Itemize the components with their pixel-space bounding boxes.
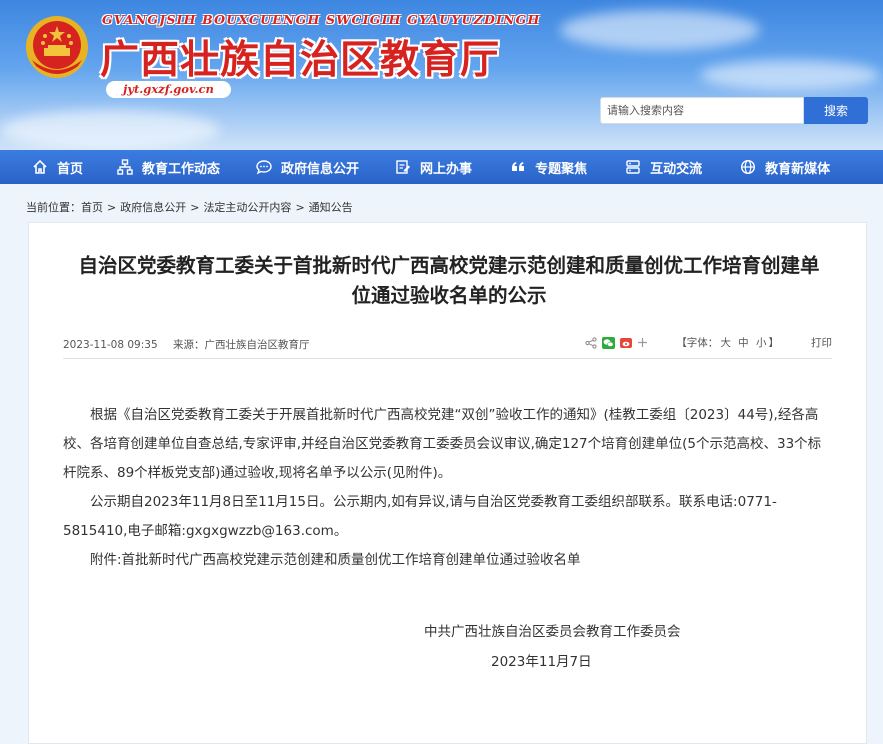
nav-item-label: 专题聚焦 xyxy=(535,161,588,177)
font-medium-button[interactable]: 中 xyxy=(738,337,749,349)
cloud-decoration xyxy=(560,10,760,50)
font-small-button[interactable]: 小 xyxy=(756,337,767,349)
breadcrumb-notices[interactable]: 通知公告 xyxy=(309,199,353,215)
nav-item-label: 首页 xyxy=(57,161,84,177)
document-edit-icon xyxy=(396,160,411,174)
nav-item-special-topics[interactable]: 专题聚焦 xyxy=(510,150,587,184)
article-paragraph: 根据《自治区党委教育工委关于开展首批新时代广西高校党建“双创”验收工作的通知》(… xyxy=(63,407,822,481)
nav-item-home[interactable]: 首页 xyxy=(32,150,83,184)
font-label-suffix: 】 xyxy=(768,337,780,349)
nav-item-new-media[interactable]: 教育新媒体 xyxy=(740,150,830,184)
server-icon xyxy=(626,160,640,174)
nav-item-label: 互动交流 xyxy=(650,161,703,177)
article-paragraph: 公示期自2023年11月8日至11月15日。公示期内,如有异议,请与自治区党委教… xyxy=(63,494,777,539)
article-source: 来源：广西壮族自治区教育厅 xyxy=(172,339,310,351)
breadcrumb-gov-info[interactable]: 政府信息公开 xyxy=(120,199,186,215)
cloud-decoration xyxy=(700,60,880,90)
article-signature: 中共广西壮族自治区委员会教育工作委员会 xyxy=(424,624,681,640)
nav-item-gov-info[interactable]: 政府信息公开 xyxy=(256,150,359,184)
breadcrumb-separator: > xyxy=(295,200,305,214)
weibo-icon[interactable] xyxy=(620,337,633,349)
chat-bubble-icon xyxy=(256,160,272,175)
nav-item-label: 教育工作动态 xyxy=(142,161,221,177)
main-nav: 首页 教育工作动态 政府信息公开 网上办事 专题聚焦 互动交流 教育新媒体 xyxy=(0,150,883,184)
wechat-icon[interactable] xyxy=(602,336,616,349)
site-domain: jyt.gxzf.gov.cn xyxy=(106,81,231,98)
breadcrumb-legal-disclosure[interactable]: 法定主动公开内容 xyxy=(203,199,291,215)
font-label-prefix: 【字体： xyxy=(676,337,719,349)
cloud-decoration xyxy=(0,110,220,150)
national-emblem-icon xyxy=(26,16,88,78)
home-icon xyxy=(33,159,47,174)
site-header: GVANGJSIH BOUXCUENGH SWCIGIH GYAUYUZDING… xyxy=(0,0,883,150)
search-input[interactable] xyxy=(600,97,804,124)
divider xyxy=(63,358,832,359)
article-attachment[interactable]: 附件:首批新时代广西高校党建示范创建和质量创优工作培育创建单位通过验收名单 xyxy=(63,546,832,575)
nav-item-label: 教育新媒体 xyxy=(765,161,831,177)
article-sign-date: 2023年11月7日 xyxy=(491,654,592,670)
font-large-button[interactable]: 大 xyxy=(720,337,731,349)
nav-item-label: 政府信息公开 xyxy=(281,161,360,177)
quote-icon xyxy=(512,162,525,171)
breadcrumb-separator: > xyxy=(107,200,117,214)
breadcrumb-home[interactable]: 首页 xyxy=(81,199,103,215)
article-title: 自治区党委教育工委关于首批新时代广西高校党建示范创建和质量创优工作培育创建单位通… xyxy=(78,254,820,307)
share-icon[interactable] xyxy=(585,336,597,349)
nav-item-interaction[interactable]: 互动交流 xyxy=(625,150,702,184)
network-icon xyxy=(117,159,133,175)
article-date: 2023-11-08 09:35 xyxy=(63,339,158,351)
plus-icon[interactable] xyxy=(637,337,648,348)
article-tools: 【字体：大 中 小】 打印 xyxy=(580,335,832,350)
font-size-control: 【字体：大 中 小】 xyxy=(676,335,779,350)
nav-item-education-news[interactable]: 教育工作动态 xyxy=(117,150,220,184)
globe-icon xyxy=(741,159,756,175)
search-button[interactable]: 搜索 xyxy=(804,97,868,124)
site-title: 广西壮族自治区教育厅 xyxy=(100,37,501,83)
nav-item-online-services[interactable]: 网上办事 xyxy=(395,150,472,184)
site-pinyin-title: GVANGJSIH BOUXCUENGH SWCIGIH GYAUYUZDING… xyxy=(102,12,541,27)
nav-item-label: 网上办事 xyxy=(420,161,473,177)
article-meta: 2023-11-08 09:35 来源：广西壮族自治区教育厅 xyxy=(63,337,321,352)
breadcrumb: 当前位置： 首页 > 政府信息公开 > 法定主动公开内容 > 通知公告 xyxy=(18,196,865,218)
breadcrumb-separator: > xyxy=(190,200,200,214)
breadcrumb-prefix: 当前位置： xyxy=(26,201,81,214)
article-card: 自治区党委教育工委关于首批新时代广西高校党建示范创建和质量创优工作培育创建单位通… xyxy=(28,222,867,744)
article-body: 根据《自治区党委教育工委关于开展首批新时代广西高校党建“双创”验收工作的通知》(… xyxy=(63,401,832,575)
print-button[interactable]: 打印 xyxy=(811,335,832,350)
